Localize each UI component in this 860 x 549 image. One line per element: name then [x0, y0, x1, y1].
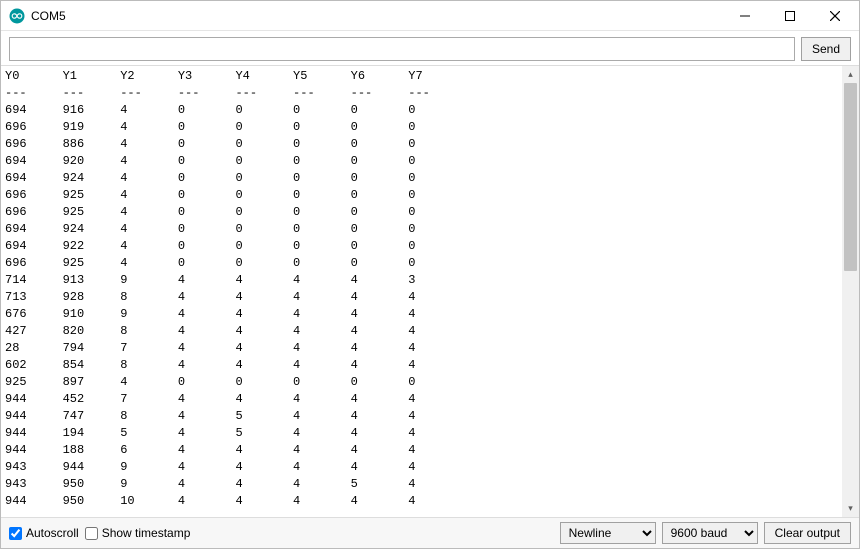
scroll-track[interactable]: [842, 83, 859, 500]
serial-monitor-window: COM5 Send Y0 Y1 Y2 Y3 Y4 Y5 Y6 Y7 --- --…: [0, 0, 860, 549]
autoscroll-checkbox[interactable]: [9, 527, 22, 540]
close-icon: [830, 11, 840, 21]
send-button[interactable]: Send: [801, 37, 851, 61]
minimize-button[interactable]: [722, 1, 767, 30]
maximize-button[interactable]: [767, 1, 812, 30]
vertical-scrollbar[interactable]: ▴ ▾: [842, 66, 859, 517]
scroll-thumb[interactable]: [844, 83, 857, 271]
timestamp-label: Show timestamp: [102, 526, 191, 540]
output-wrap: Y0 Y1 Y2 Y3 Y4 Y5 Y6 Y7 --- --- --- --- …: [1, 65, 859, 518]
maximize-icon: [785, 11, 795, 21]
minimize-icon: [740, 11, 750, 21]
baud-select[interactable]: 9600 baud: [662, 522, 758, 544]
window-title: COM5: [31, 9, 66, 23]
timestamp-option[interactable]: Show timestamp: [85, 526, 191, 540]
clear-output-button[interactable]: Clear output: [764, 522, 851, 544]
autoscroll-option[interactable]: Autoscroll: [9, 526, 79, 540]
timestamp-checkbox[interactable]: [85, 527, 98, 540]
scroll-up-icon[interactable]: ▴: [842, 66, 859, 83]
line-ending-select[interactable]: Newline: [560, 522, 656, 544]
send-row: Send: [1, 31, 859, 65]
footer-bar: Autoscroll Show timestamp Newline 9600 b…: [1, 518, 859, 548]
scroll-down-icon[interactable]: ▾: [842, 500, 859, 517]
title-bar: COM5: [1, 1, 859, 31]
serial-input[interactable]: [9, 37, 795, 61]
app-icon: [9, 8, 25, 24]
close-button[interactable]: [812, 1, 857, 30]
serial-output: Y0 Y1 Y2 Y3 Y4 Y5 Y6 Y7 --- --- --- --- …: [1, 66, 842, 517]
autoscroll-label: Autoscroll: [26, 526, 79, 540]
